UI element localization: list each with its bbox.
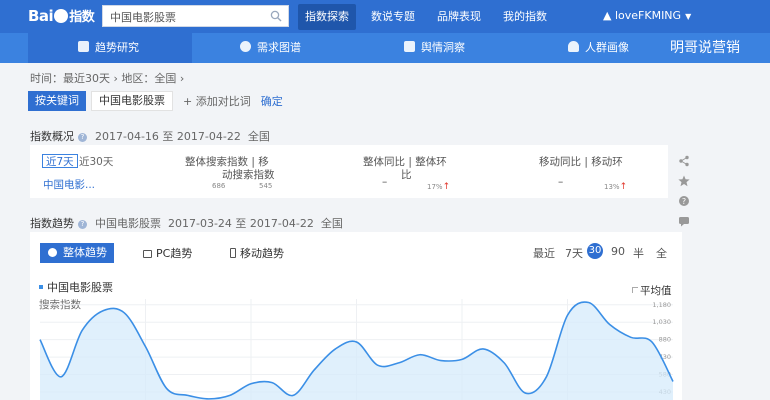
tab-trend-research[interactable]: 趋势研究 — [28, 33, 192, 63]
star-icon[interactable] — [678, 175, 690, 187]
col-mobile-header: 移动同比 | 移动环 — [539, 156, 623, 168]
trend-card: 整体趋势 PC趋势 移动趋势 最近 7天 30 90 半 全 中国电影股票 平均… — [30, 232, 682, 400]
top-nav: 指数探索 数说专题 品牌表现 我的指数 — [298, 0, 562, 33]
period-30d[interactable]: 近30天 — [79, 154, 113, 170]
username: loveFKMING — [614, 9, 682, 22]
mobile-mom-text: 13% — [604, 183, 620, 191]
demand-icon — [240, 41, 251, 52]
arrow-up-icon: ↑ — [619, 182, 628, 192]
trend-icon — [78, 41, 89, 52]
tab-label: 人群画像 — [585, 41, 629, 54]
tab-audience[interactable]: 人群画像 — [568, 33, 629, 63]
tab-label: 需求图谱 — [257, 41, 301, 54]
overview-date: 2017-04-16 至 2017-04-22 — [95, 130, 241, 143]
svg-text:?: ? — [682, 197, 686, 206]
mom-value: 17%↑ — [427, 182, 450, 192]
trend-header: 指数趋势? 中国电影股票 2017-03-24 至 2017-04-22 全国 — [30, 215, 343, 231]
top-bar: Bai 指数 中国电影股票 指数探索 数说专题 品牌表现 我的指数 ▲ loveF… — [0, 0, 770, 33]
audience-icon — [568, 41, 579, 52]
nav-brand-performance[interactable]: 品牌表现 — [430, 0, 488, 33]
side-tools: ? — [678, 155, 690, 235]
add-compare-button[interactable]: + 添加对比词 — [183, 93, 251, 109]
mobile-yoy-value: – — [558, 176, 564, 188]
help-circle-icon[interactable]: ? — [678, 195, 690, 207]
search-value: 中国电影股票 — [110, 11, 176, 24]
y-tick-label: 1,180 — [652, 301, 671, 309]
y-tick-label: 880 — [659, 336, 671, 344]
by-keyword-button[interactable]: 按关键词 — [28, 91, 86, 111]
watermark-brand: 明哥说营销 — [670, 40, 740, 56]
help-icon[interactable]: ? — [78, 133, 87, 142]
share-icon[interactable] — [678, 155, 690, 167]
nav-data-topics[interactable]: 数说专题 — [364, 0, 422, 33]
overview-header: 指数概况? 2017-04-16 至 2017-04-22 全国 — [30, 128, 270, 144]
tab-demand-graph[interactable]: 需求图谱 — [240, 33, 301, 63]
nav-index-explore[interactable]: 指数探索 — [298, 4, 356, 30]
sentiment-icon — [404, 41, 415, 52]
chevron-down-icon: ▼ — [685, 12, 692, 21]
search-icon[interactable] — [270, 10, 282, 22]
tab-label: 舆情洞察 — [421, 41, 465, 54]
tab-sentiment[interactable]: 舆情洞察 — [404, 33, 465, 63]
paw-icon — [54, 9, 69, 23]
logo-suffix: 指数 — [69, 10, 95, 25]
sub-nav: 趋势研究 需求图谱 舆情洞察 人群画像 明哥说营销 — [0, 33, 770, 63]
search-input[interactable]: 中国电影股票 — [102, 5, 289, 27]
trend-keyword: 中国电影股票 — [95, 217, 161, 230]
total-index-value: 686 — [212, 182, 226, 190]
confirm-button[interactable]: 确定 — [261, 93, 283, 109]
overview-title: 指数概况 — [30, 130, 74, 143]
trend-chart[interactable]: 1,1801,030880730580430 — [30, 232, 682, 400]
user-icon: ▲ — [603, 9, 615, 22]
logo-text: Bai — [28, 7, 54, 25]
trend-region: 全国 — [320, 217, 343, 230]
col-index-header-2: 动搜索指数 — [222, 169, 275, 181]
arrow-up-icon: ↑ — [442, 182, 451, 192]
overview-keyword[interactable]: 中国电影... — [43, 177, 95, 192]
mobile-mom-value: 13%↑ — [604, 182, 627, 192]
yoy-value: – — [382, 176, 388, 188]
period-7d[interactable]: 近7天 — [42, 154, 78, 168]
filter-breadcrumb[interactable]: 时间：最近30天 › 地区：全国 › — [30, 70, 184, 86]
help-icon[interactable]: ? — [78, 220, 87, 229]
overview-region: 全国 — [247, 130, 270, 143]
baidu-index-logo[interactable]: Bai 指数 — [28, 6, 95, 25]
user-menu[interactable]: ▲ loveFKMING ▼ — [603, 9, 691, 22]
keyword-tag[interactable]: 中国电影股票 — [91, 91, 173, 111]
comment-icon[interactable] — [678, 215, 690, 227]
mom-text: 17% — [427, 183, 443, 191]
tab-label: 趋势研究 — [95, 41, 139, 54]
y-tick-label: 1,030 — [652, 318, 671, 326]
col-yoy-header-2: 比 — [401, 169, 412, 181]
overview-card: 近7天 近30天 中国电影... 整体搜索指数 | 移 动搜索指数 686 54… — [30, 145, 668, 198]
trend-date: 2017-03-24 至 2017-04-22 — [168, 217, 314, 230]
mobile-index-value: 545 — [259, 182, 273, 190]
keyword-row: 按关键词 中国电影股票 + 添加对比词 确定 — [28, 90, 283, 112]
nav-my-index[interactable]: 我的指数 — [496, 0, 554, 33]
trend-title: 指数趋势 — [30, 217, 74, 230]
